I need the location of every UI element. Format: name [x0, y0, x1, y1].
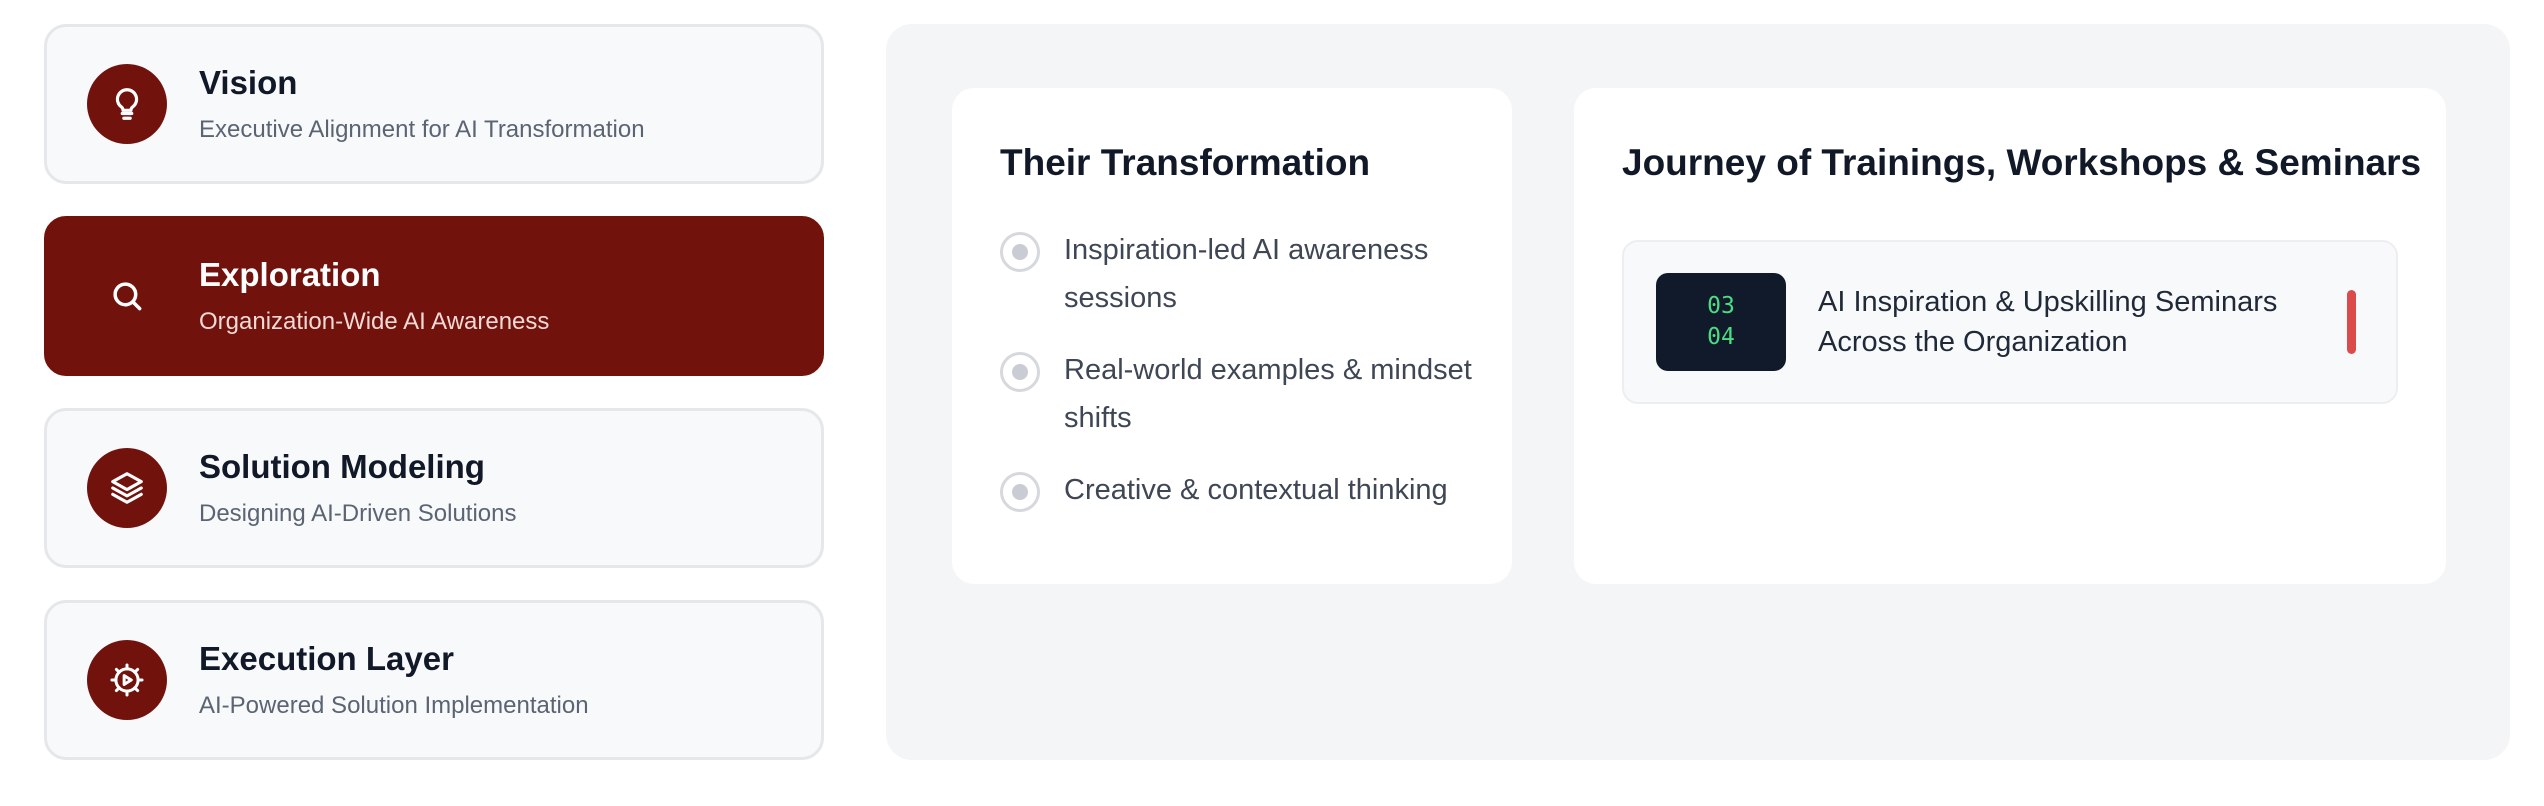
accent-bar: [2347, 290, 2356, 354]
list-item: Inspiration-led AI awareness sessions: [1000, 226, 1490, 322]
layers-icon: [87, 448, 167, 528]
detail-panel: Their Transformation Inspiration-led AI …: [886, 24, 2510, 760]
stage-execution-layer[interactable]: Execution Layer AI-Powered Solution Impl…: [44, 600, 824, 760]
stage-subtitle: AI-Powered Solution Implementation: [199, 692, 589, 720]
list-item-text: Inspiration-led AI awareness sessions: [1064, 234, 1429, 314]
list-item: Real-world examples & mindset shifts: [1000, 346, 1490, 442]
date-code-badge: 03 04: [1656, 273, 1786, 371]
transformation-card: Their Transformation Inspiration-led AI …: [952, 88, 1512, 584]
list-item-text: Real-world examples & mindset shifts: [1064, 354, 1472, 434]
radio-bullet-icon: [1000, 232, 1040, 272]
lightbulb-icon: [87, 64, 167, 144]
stage-subtitle: Organization-Wide AI Awareness: [199, 308, 550, 336]
search-icon: [87, 256, 167, 336]
code-bottom: 04: [1707, 324, 1735, 350]
stage-vision[interactable]: Vision Executive Alignment for AI Transf…: [44, 24, 824, 184]
list-item: Creative & contextual thinking: [1000, 466, 1490, 514]
stage-title: Execution Layer: [199, 639, 454, 677]
radio-bullet-icon: [1000, 472, 1040, 512]
radio-bullet-icon: [1000, 352, 1040, 392]
stage-title: Vision: [199, 63, 298, 101]
page: Vision Executive Alignment for AI Transf…: [0, 0, 2544, 806]
journey-item[interactable]: 03 04 AI Inspiration & Upskilling Semina…: [1622, 240, 2398, 404]
stage-title: Exploration: [199, 255, 381, 293]
stage-subtitle: Executive Alignment for AI Transformatio…: [199, 116, 645, 144]
transformation-list: Inspiration-led AI awareness sessions Re…: [1000, 226, 1490, 538]
journey-title: Journey of Trainings, Workshops & Semina…: [1622, 142, 2422, 183]
stage-solution-modeling[interactable]: Solution Modeling Designing AI-Driven So…: [44, 408, 824, 568]
journey-item-text: AI Inspiration & Upskilling Seminars Acr…: [1818, 286, 2278, 358]
transformation-title: Their Transformation: [1000, 142, 1371, 183]
list-item-text: Creative & contextual thinking: [1064, 474, 1448, 506]
code-top: 03: [1707, 293, 1735, 319]
stage-list: Vision Executive Alignment for AI Transf…: [44, 24, 824, 760]
journey-card: Journey of Trainings, Workshops & Semina…: [1574, 88, 2446, 584]
stage-title: Solution Modeling: [199, 447, 485, 485]
gear-play-icon: [87, 640, 167, 720]
stage-exploration[interactable]: Exploration Organization-Wide AI Awarene…: [44, 216, 824, 376]
stage-subtitle: Designing AI-Driven Solutions: [199, 500, 517, 528]
